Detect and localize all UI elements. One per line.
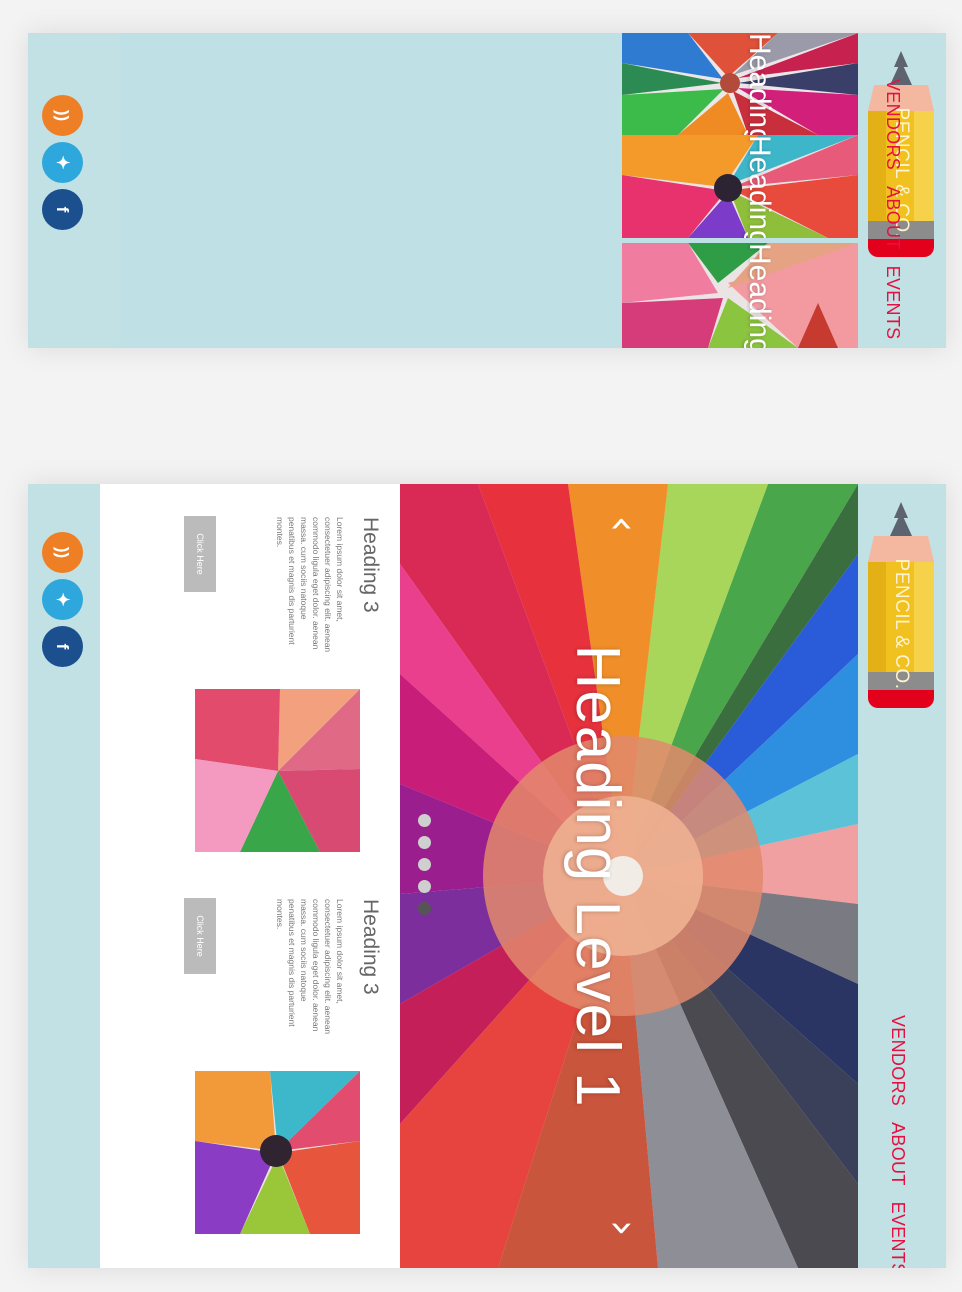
content-cards: Heading 3 Lorem ipsum dolor sit amet, co…	[100, 484, 400, 1268]
card-body: Lorem ipsum dolor sit amet, consectetuer…	[275, 517, 345, 653]
main-nav: VENDORS ABOUT EVENTS	[887, 1015, 908, 1268]
site-header: PENCIL & CO. VENDORS ABOUT EVENTS	[858, 484, 946, 1268]
mockup-canvas: PENCIL & CO. VENDORS ABOUT EVENTS)) ✦ f…	[0, 0, 962, 1292]
card-image	[195, 1071, 360, 1234]
carousel-dot[interactable]	[418, 836, 431, 849]
carousel-dot[interactable]	[418, 902, 431, 915]
chevron-right-icon[interactable]: ›	[599, 1212, 648, 1244]
social-links: )) ✦ f	[42, 95, 83, 230]
tile-heading: Heading Level 2	[742, 243, 776, 348]
tile-heading: Heading Level 2	[742, 33, 776, 135]
nav-vendors[interactable]: VENDORS	[887, 1015, 908, 1106]
card-title: Heading 3	[359, 517, 382, 613]
mockup-gallery-layout: PENCIL & CO. VENDORS ABOUT EVENTS)) ✦ f	[28, 33, 946, 348]
main-nav: VENDORS ABOUT EVENTS	[882, 79, 903, 339]
nav-events[interactable]: EVENTS	[882, 266, 903, 340]
site-footer: )) ✦ f	[28, 33, 119, 348]
card-text: Heading 3 Lorem ipsum dolor sit amet, co…	[274, 517, 382, 657]
gallery-tile[interactable]: Heading Level 2	[622, 135, 858, 238]
card-body: Lorem ipsum dolor sit amet, consectetuer…	[275, 899, 345, 1035]
twitter-icon[interactable]: ✦	[42, 579, 83, 620]
card-image	[195, 689, 360, 852]
nav-vendors[interactable]: VENDORS	[882, 79, 903, 170]
facebook-icon[interactable]: f	[42, 626, 83, 667]
pencil-logo[interactable]: PENCIL & CO.	[864, 484, 938, 708]
click-here-button[interactable]: Click Here	[184, 898, 216, 974]
nav-about[interactable]: ABOUT	[882, 186, 903, 250]
hero-carousel: ‹ Heading Level 1 ›	[400, 484, 858, 1268]
tile-heading: Heading Level 2	[742, 135, 776, 238]
gallery-tile[interactable]: Heading Level 2	[622, 243, 858, 348]
mockup-home-layout: PENCIL & CO. VENDORS ABOUT EVENTS ‹ Head…	[28, 484, 946, 1268]
rss-icon[interactable]: ))	[42, 532, 83, 573]
twitter-icon[interactable]: ✦	[42, 142, 83, 183]
click-here-button[interactable]: Click Here	[184, 516, 216, 592]
rss-icon[interactable]: ))	[42, 95, 83, 136]
carousel-dot[interactable]	[418, 880, 431, 893]
pencil-photo	[622, 243, 858, 348]
content-card: Heading 3 Lorem ipsum dolor sit amet, co…	[100, 484, 400, 864]
site-header: PENCIL & CO. VENDORS ABOUT EVENTS	[858, 33, 946, 348]
social-links: )) ✦ f	[42, 532, 83, 667]
pencil-photo	[622, 33, 858, 135]
pencil-photo	[622, 135, 858, 238]
hero-heading: Heading Level 1	[563, 644, 632, 1108]
carousel-dots	[418, 814, 431, 915]
content-card: Heading 3 Lorem ipsum dolor sit amet, co…	[100, 866, 400, 1246]
gallery-tile[interactable]: Heading Level 2	[622, 33, 858, 135]
facebook-icon[interactable]: f	[42, 189, 83, 230]
card-title: Heading 3	[359, 899, 382, 995]
nav-events[interactable]: EVENTS	[887, 1202, 908, 1268]
card-text: Heading 3 Lorem ipsum dolor sit amet, co…	[274, 899, 382, 1039]
brand-name: PENCIL & CO.	[891, 558, 912, 690]
carousel-dot[interactable]	[418, 814, 431, 827]
site-footer: )) ✦ f	[28, 484, 100, 1268]
nav-about[interactable]: ABOUT	[887, 1122, 908, 1186]
carousel-dot[interactable]	[418, 858, 431, 871]
